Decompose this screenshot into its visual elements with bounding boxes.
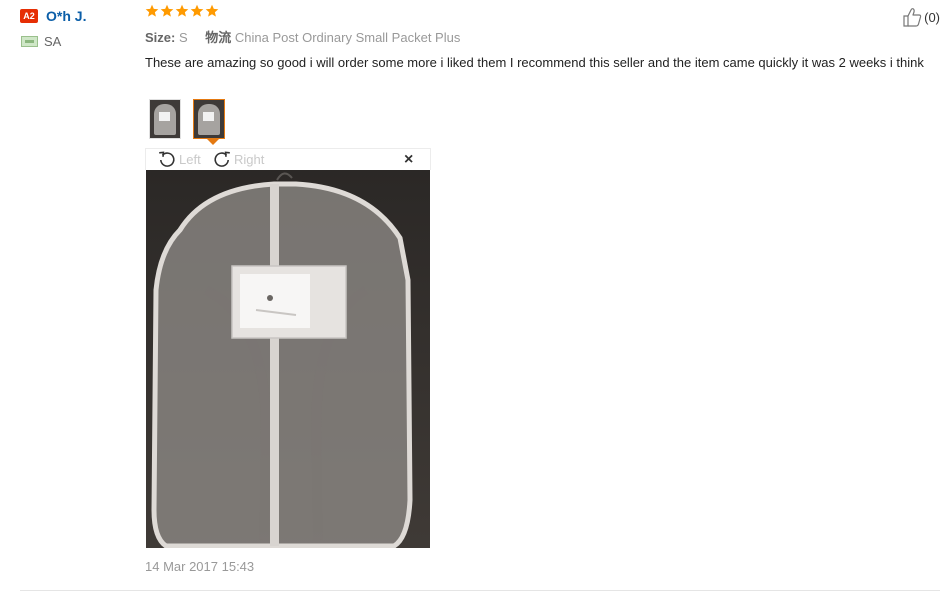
flag-icon — [21, 36, 38, 47]
size-value: S — [178, 30, 188, 45]
review-divider — [20, 590, 940, 591]
logistics-value: China Post Ordinary Small Packet Plus — [234, 30, 461, 45]
review-text: These are amazing so good i will order s… — [145, 55, 924, 70]
star-rating — [145, 4, 219, 18]
review-photo-large — [146, 170, 430, 548]
star-icon — [190, 4, 204, 17]
logistics-label: 物流 — [205, 30, 232, 45]
selected-thumbnail-pointer — [207, 139, 219, 145]
rotate-right-label: Right — [234, 151, 265, 167]
buyer-level-badge: A2 — [20, 9, 38, 23]
helpful-count: (0) — [924, 9, 940, 25]
rotate-right-icon — [214, 151, 230, 167]
rotate-left-icon — [159, 151, 175, 167]
helpful-button[interactable]: (0) — [901, 6, 940, 28]
star-icon — [175, 4, 189, 17]
order-attributes: Size: S 物流 China Post Ordinary Small Pac… — [145, 29, 460, 47]
rotate-left-button[interactable]: Left — [157, 149, 201, 169]
rotate-left-label: Left — [179, 151, 201, 167]
photo-thumbnail-1[interactable] — [149, 99, 181, 139]
photo-thumbnail-2[interactable] — [193, 99, 225, 139]
size-label: Size: — [145, 30, 176, 45]
star-icon — [205, 4, 219, 17]
star-icon — [145, 4, 159, 17]
close-viewer-button[interactable]: × — [404, 152, 413, 168]
review-timestamp: 14 Mar 2017 15:43 — [145, 559, 255, 574]
star-icon — [160, 4, 174, 17]
reviewer-country: SA — [44, 34, 62, 49]
thumbs-up-icon — [903, 8, 922, 27]
rotate-right-button[interactable]: Right — [212, 149, 264, 169]
reviewer-name[interactable]: O*h J. — [46, 7, 86, 25]
